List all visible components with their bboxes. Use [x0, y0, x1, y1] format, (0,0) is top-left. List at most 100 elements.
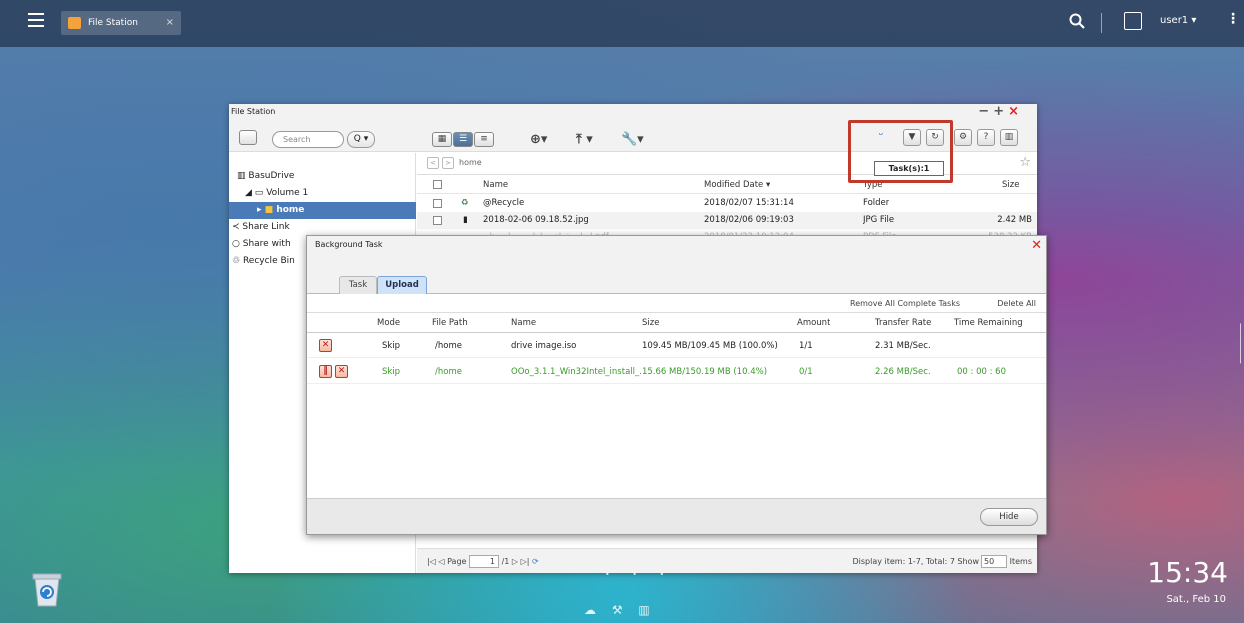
task-row: ✕ Skip /home drive image.iso 109.45 MB/1…	[307, 334, 1046, 358]
share-with-icon: ○	[232, 239, 240, 249]
next-page-chevron-icon[interactable]	[1227, 312, 1241, 364]
close-icon[interactable]: ×	[1008, 104, 1023, 119]
task-tooltip: Task(s):1	[874, 161, 944, 176]
next-page-icon[interactable]: ▷ ▷|	[512, 557, 530, 566]
expand-icon[interactable]: ◢	[245, 188, 252, 198]
pagination-bar: |◁ ◁ Page 1 /1 ▷ ▷| ⟳ Display item: 1-7,…	[417, 548, 1037, 573]
column-header-modified[interactable]: Modified Date ▾	[704, 177, 770, 194]
table-row[interactable]: ▮ 2018-02-06 09.18.52.jpg 2018/02/06 09:…	[417, 212, 1037, 229]
row-checkbox[interactable]	[433, 216, 442, 225]
more-icon[interactable]: ▥	[1000, 129, 1018, 146]
items-label: Items	[1009, 557, 1032, 566]
column-header-remaining: Time Remaining	[954, 318, 1023, 328]
app-tab-file-station[interactable]: File Station ×	[61, 11, 181, 35]
upload-icon[interactable]: ⤒ ▾	[576, 132, 593, 147]
back-icon[interactable]: <	[427, 157, 439, 169]
close-icon[interactable]: ✕	[1031, 238, 1042, 253]
refresh-icon[interactable]: ⟳	[532, 557, 539, 566]
task-remaining: 00 : 00 : 60	[957, 367, 1006, 377]
settings-icon[interactable]: ⚙	[954, 129, 972, 146]
current-path: home	[459, 158, 482, 167]
column-header-path: File Path	[432, 318, 468, 328]
dock-icons[interactable]: ☁ ⚒ ▥	[584, 603, 656, 617]
dialog-footer: Hide	[307, 498, 1046, 534]
items-per-page-select[interactable]: 50	[981, 555, 1007, 568]
pause-task-icon[interactable]: ‖	[319, 365, 332, 378]
task-size: 109.45 MB/109.45 MB (100.0%)	[642, 341, 778, 351]
tab-upload[interactable]: Upload	[377, 276, 427, 294]
task-table-header: Mode File Path Name Size Amount Transfer…	[307, 314, 1046, 333]
more-options-icon[interactable]: ⋮	[1226, 11, 1240, 27]
cancel-task-icon[interactable]: ✕	[335, 365, 348, 378]
nas-icon: ▥	[237, 171, 246, 181]
sidebar-item-basudrive[interactable]: ▥ BasuDrive	[229, 168, 416, 185]
list-view-icon[interactable]: ☰	[453, 132, 473, 147]
thumbnail-view-icon[interactable]: ▦	[432, 132, 452, 147]
tab-task[interactable]: Task	[339, 276, 377, 294]
task-size: 15.66 MB/150.19 MB (10.4%)	[642, 367, 768, 377]
column-header-amount: Amount	[797, 318, 831, 328]
page-label: Page	[447, 557, 467, 566]
task-amount: 1/1	[799, 341, 813, 351]
create-icon[interactable]: ⊕▾	[530, 132, 547, 147]
task-name: drive image.iso	[511, 341, 577, 351]
search-options-button[interactable]: Q ▾	[347, 131, 375, 148]
task-actions-bar: Remove All Complete Tasks Delete All	[307, 294, 1046, 313]
task-path: /home	[435, 367, 462, 377]
delete-all-button[interactable]: Delete All	[997, 294, 1036, 313]
first-page-icon[interactable]: |◁ ◁	[427, 557, 445, 566]
file-modified: 2018/02/07 15:31:14	[704, 198, 794, 208]
expand-icon[interactable]: ▸	[257, 205, 262, 215]
dialog-title: Background Task	[307, 236, 1046, 254]
recycle-bin-icon[interactable]	[30, 570, 64, 608]
row-checkbox[interactable]	[433, 199, 442, 208]
user-menu[interactable]: user1 ▾	[1160, 15, 1196, 26]
sidebar-item-home[interactable]: ▸ ■ home	[229, 202, 416, 219]
table-row[interactable]: ♻ @Recycle 2018/02/07 15:31:14 Folder	[417, 195, 1037, 212]
sidebar-item-volume1[interactable]: ◢ ▭ Volume 1	[229, 185, 416, 202]
user-icon[interactable]	[1124, 12, 1142, 30]
tools-icon[interactable]: 🔧▾	[621, 132, 644, 147]
column-header-mode: Mode	[377, 318, 401, 328]
sidebar-item-share-link[interactable]: ≺ Share Link	[229, 219, 416, 236]
select-all-checkbox[interactable]	[433, 180, 442, 189]
task-amount: 0/1	[799, 367, 813, 377]
search-icon[interactable]	[1068, 12, 1086, 30]
page-total: /1	[501, 557, 510, 566]
minimize-icon[interactable]: −	[978, 104, 993, 119]
display-info: Display item: 1-7, Total: 7	[852, 557, 955, 566]
task-path: /home	[435, 341, 462, 351]
divider	[1101, 13, 1102, 33]
share-icon: ≺	[232, 222, 240, 232]
remove-complete-button[interactable]: Remove All Complete Tasks	[850, 294, 960, 313]
forward-icon[interactable]: >	[442, 157, 454, 169]
close-icon[interactable]: ×	[166, 11, 174, 35]
maximize-icon[interactable]: +	[993, 104, 1008, 119]
detail-view-icon[interactable]: ≡	[474, 132, 494, 147]
folder-icon	[68, 17, 81, 29]
task-row: ‖ ✕ Skip /home OOo_3.1.1_Win32Intel_inst…	[307, 360, 1046, 384]
show-label: Show	[957, 557, 979, 566]
hide-button[interactable]: Hide	[980, 508, 1038, 526]
window-titlebar[interactable]: File Station −+×	[229, 104, 1037, 120]
task-rate: 2.26 MB/Sec.	[875, 367, 931, 377]
page-input[interactable]: 1	[469, 555, 500, 568]
file-size: 2.42 MB	[997, 215, 1032, 225]
column-header-rate: Transfer Rate	[875, 318, 932, 328]
app-tab-label: File Station	[88, 18, 138, 28]
drive-icon: ▭	[254, 188, 264, 198]
task-rate: 2.31 MB/Sec.	[875, 341, 931, 351]
sidebar-toggle-icon[interactable]	[239, 130, 257, 145]
column-header-name: Name	[511, 318, 537, 328]
menu-icon[interactable]	[28, 13, 44, 27]
search-input[interactable]: Search	[272, 131, 344, 148]
help-icon[interactable]: ?	[977, 129, 995, 146]
column-header-name[interactable]: Name	[483, 177, 508, 194]
file-type: Folder	[863, 198, 890, 208]
top-bar: File Station × user1 ▾ ⋮	[0, 0, 1244, 47]
star-icon[interactable]: ☆	[1019, 155, 1031, 170]
file-icon: ▮	[463, 215, 468, 225]
file-modified: 2018/02/06 09:19:03	[704, 215, 794, 225]
column-header-size[interactable]: Size	[1002, 177, 1019, 194]
cancel-task-icon[interactable]: ✕	[319, 339, 332, 352]
